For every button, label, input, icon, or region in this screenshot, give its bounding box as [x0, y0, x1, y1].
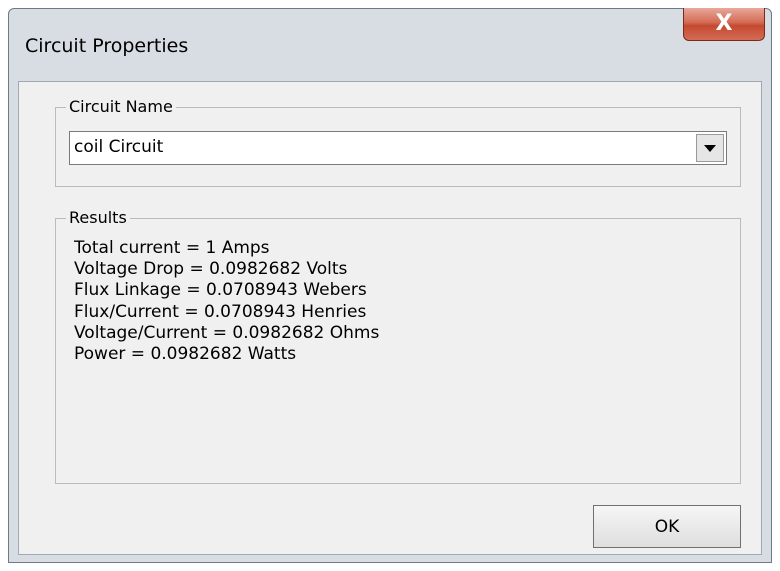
result-line-voltage-drop: Voltage Drop = 0.0982682 Volts — [74, 259, 348, 280]
results-group: Results Total current = 1 Amps Voltage D… — [55, 207, 741, 484]
circuit-name-group: Circuit Name coil Circuit — [55, 96, 741, 187]
dialog-body: Circuit Name coil Circuit Results Total … — [18, 81, 762, 555]
chevron-down-icon — [704, 144, 716, 152]
dropdown-button[interactable] — [696, 134, 724, 162]
title-bar[interactable]: Circuit Properties X — [9, 8, 771, 81]
result-line-flux-linkage: Flux Linkage = 0.0708943 Webers — [74, 280, 367, 301]
circuit-name-value: coil Circuit — [74, 137, 164, 157]
result-line-power: Power = 0.0982682 Watts — [74, 344, 297, 365]
circuit-name-combobox[interactable]: coil Circuit — [69, 131, 727, 165]
result-line-flux-per-current: Flux/Current = 0.0708943 Henries — [74, 301, 367, 322]
circuit-name-label: Circuit Name — [66, 96, 176, 118]
close-button[interactable]: X — [683, 8, 765, 41]
results-list: Total current = 1 Amps Voltage Drop = 0.… — [74, 238, 379, 365]
dialog-window: Circuit Properties X Circuit Name coil C… — [8, 8, 772, 563]
close-icon: X — [715, 11, 733, 36]
results-label: Results — [66, 207, 130, 229]
window-title: Circuit Properties — [25, 35, 189, 57]
result-line-voltage-per-current: Voltage/Current = 0.0982682 Ohms — [74, 322, 380, 343]
result-line-total-current: Total current = 1 Amps — [74, 238, 270, 258]
ok-button[interactable]: OK — [593, 505, 741, 548]
